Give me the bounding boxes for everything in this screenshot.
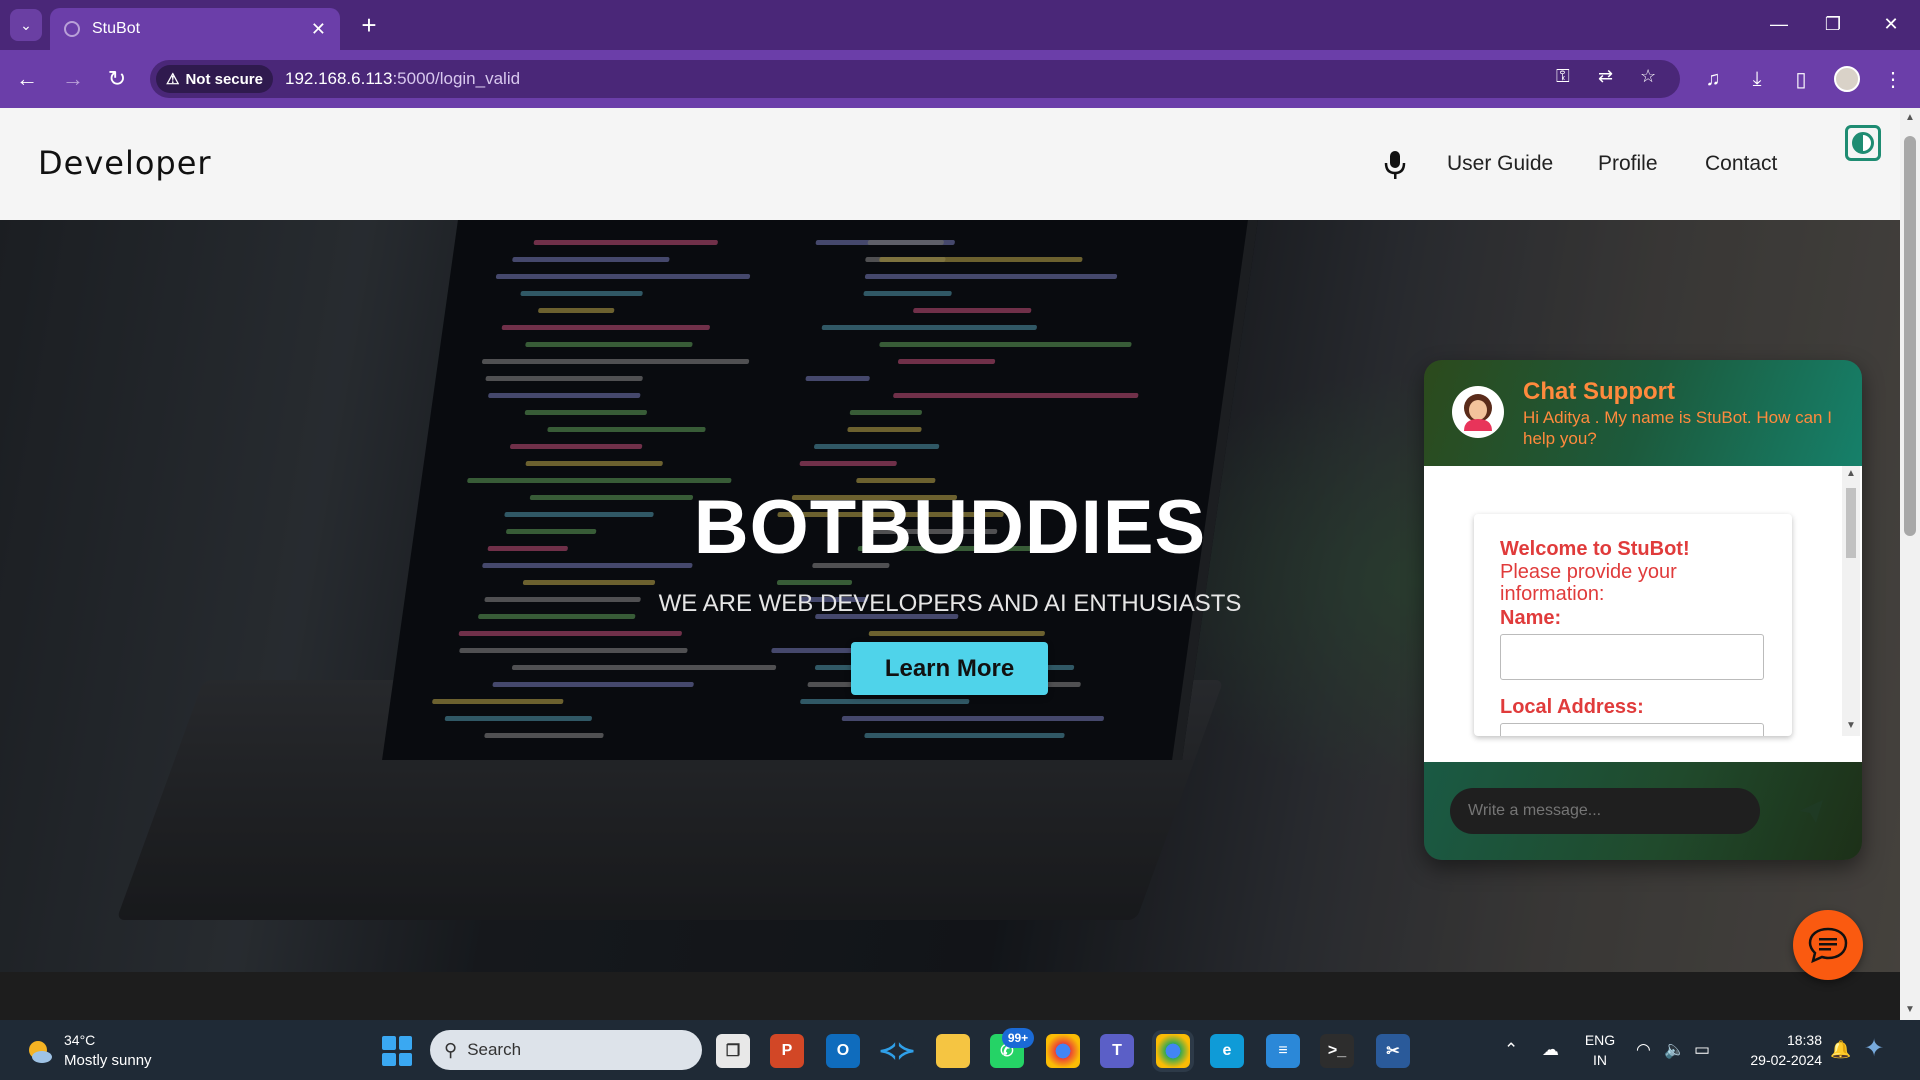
address-label: Local Address: [1500, 696, 1644, 718]
browser-tab[interactable]: StuBot ✕ [50, 8, 340, 50]
download-icon[interactable]: ⤓ [1742, 64, 1772, 94]
page-scroll-thumb[interactable] [1904, 136, 1916, 536]
globe-icon [64, 21, 80, 37]
new-tab-button[interactable]: + [352, 8, 386, 42]
url-host: 192.168.6.113 [284, 69, 393, 88]
chat-greeting: Hi Aditya . My name is StuBot. How can I… [1523, 408, 1832, 448]
send-icon[interactable] [1796, 796, 1826, 826]
contrast-icon [1852, 132, 1874, 154]
notification-badge: 99+ [1002, 1028, 1034, 1048]
copilot-icon[interactable]: ✦ [1864, 1034, 1884, 1063]
reload-button[interactable]: ↻ [100, 62, 134, 96]
clock-time[interactable]: 18:38 [1738, 1032, 1822, 1048]
weather-sun-icon[interactable] [24, 1036, 54, 1066]
search-icon: ⚲ [444, 1039, 458, 1060]
translate-icon[interactable]: ⇄ [1598, 66, 1613, 87]
page-scrollbar[interactable]: ▲ ▼ [1900, 108, 1920, 1020]
bot-avatar [1452, 386, 1504, 438]
learn-more-button[interactable]: Learn More [851, 642, 1048, 695]
chat-scroll-thumb[interactable] [1846, 488, 1856, 558]
onedrive-icon[interactable]: ☁ [1542, 1040, 1559, 1060]
show-hidden-icons-chevron[interactable]: ⌃ [1504, 1040, 1518, 1060]
scroll-up-arrow[interactable]: ▲ [1842, 468, 1860, 479]
scroll-down-arrow[interactable]: ▼ [1842, 720, 1860, 731]
edge-icon[interactable]: e [1210, 1034, 1244, 1068]
input-region[interactable]: IN [1584, 1052, 1616, 1068]
media-controls-icon[interactable]: ♫ [1698, 64, 1728, 94]
bot-avatar-icon [1464, 394, 1492, 431]
notepad-icon[interactable]: ≡ [1266, 1034, 1300, 1068]
taskbar-search-label: Search [467, 1040, 522, 1059]
address-field[interactable] [1500, 723, 1764, 736]
chrome-icon[interactable] [1046, 1034, 1080, 1068]
name-label: Name: [1500, 607, 1562, 629]
chevron-down-icon: ⌄ [20, 16, 32, 33]
form-welcome: Welcome to StuBot! [1500, 538, 1690, 560]
chrome-profile-icon[interactable] [1156, 1034, 1190, 1068]
close-tab-icon[interactable]: ✕ [311, 19, 326, 40]
chat-footer [1424, 762, 1862, 860]
page-scroll-down[interactable]: ▼ [1900, 1004, 1920, 1015]
chat-title: Chat Support [1523, 378, 1675, 405]
web-page: Developer User Guide Profile Contact BOT… [0, 108, 1900, 1020]
url-path: :5000/login_valid [392, 69, 521, 88]
nav-user-guide[interactable]: User Guide [1447, 152, 1553, 176]
outlook-icon[interactable]: O [826, 1034, 860, 1068]
back-button[interactable]: ← [10, 62, 44, 96]
theme-toggle-button[interactable] [1845, 125, 1881, 161]
restore-button[interactable]: ❐ [1806, 6, 1860, 42]
weather-condition[interactable]: Mostly sunny [64, 1052, 152, 1069]
site-navbar: Developer User Guide Profile Contact [0, 108, 1900, 220]
name-field[interactable] [1500, 634, 1764, 680]
chat-support-widget: Chat Support Hi Aditya . My name is StuB… [1424, 360, 1862, 860]
file-explorer-icon[interactable] [936, 1034, 970, 1068]
chat-scrollbar[interactable]: ▲ ▼ [1842, 466, 1860, 736]
password-key-icon[interactable]: ⚿ [1556, 66, 1570, 87]
warning-icon: ⚠ [166, 71, 180, 88]
start-button[interactable] [382, 1036, 412, 1066]
windows-taskbar: 34°C Mostly sunny ⚲ Search ❐ P O ≺≻ ✆ 99… [0, 1020, 1920, 1080]
browser-titlebar: ⌄ StuBot ✕ + — ❐ ✕ [0, 0, 1920, 50]
info-form: Welcome to StuBot! Please provide your i… [1474, 514, 1792, 736]
weather-temperature[interactable]: 34°C [64, 1032, 95, 1048]
chat-bubble-icon [1808, 927, 1848, 964]
tab-search-button[interactable]: ⌄ [10, 9, 42, 41]
snipping-tool-icon[interactable]: ✂ [1376, 1034, 1410, 1068]
battery-icon[interactable]: ▭ [1694, 1040, 1710, 1060]
chat-message-input[interactable] [1450, 788, 1760, 834]
profile-avatar[interactable] [1834, 66, 1860, 92]
bookmark-star-icon[interactable]: ☆ [1640, 66, 1656, 87]
wifi-icon[interactable]: ◠ [1636, 1040, 1651, 1060]
volume-icon[interactable]: 🔈 [1664, 1040, 1685, 1060]
security-chip[interactable]: ⚠ Not secure [156, 65, 273, 93]
input-language[interactable]: ENG [1584, 1032, 1616, 1048]
powerpoint-icon[interactable]: P [770, 1034, 804, 1068]
page-scroll-up[interactable]: ▲ [1900, 112, 1920, 123]
site-brand[interactable]: Developer [38, 144, 212, 182]
terminal-icon[interactable]: >_ [1320, 1034, 1354, 1068]
form-info: Please provide your information: [1500, 561, 1677, 605]
tab-title: StuBot [92, 20, 141, 37]
taskbar-search[interactable]: ⚲ Search [430, 1030, 702, 1070]
close-window-button[interactable]: ✕ [1864, 6, 1918, 42]
side-panel-icon[interactable]: ▯ [1786, 64, 1816, 94]
microphone-icon[interactable] [1384, 150, 1406, 180]
notification-bell-icon[interactable]: 🔔 [1830, 1040, 1851, 1060]
chat-toggle-button[interactable] [1793, 910, 1863, 980]
more-menu-icon[interactable]: ⋮ [1878, 64, 1908, 94]
clock-date[interactable]: 29-02-2024 [1738, 1052, 1822, 1068]
page-footer [0, 972, 1900, 1020]
task-view-icon[interactable]: ❐ [716, 1034, 750, 1068]
teams-icon[interactable]: T [1100, 1034, 1134, 1068]
security-label: Not secure [185, 70, 263, 88]
url-text[interactable]: 192.168.6.113:5000/login_valid [285, 69, 520, 89]
nav-contact[interactable]: Contact [1705, 152, 1777, 176]
vscode-icon[interactable]: ≺≻ [879, 1034, 915, 1068]
nav-profile[interactable]: Profile [1598, 152, 1658, 176]
minimize-button[interactable]: — [1752, 6, 1806, 42]
chat-header: Chat Support Hi Aditya . My name is StuB… [1424, 360, 1862, 466]
chat-messages[interactable]: Welcome to StuBot! Please provide your i… [1424, 466, 1862, 762]
address-bar[interactable]: ⚠ Not secure 192.168.6.113:5000/login_va… [150, 60, 1680, 98]
forward-button[interactable]: → [56, 62, 90, 96]
